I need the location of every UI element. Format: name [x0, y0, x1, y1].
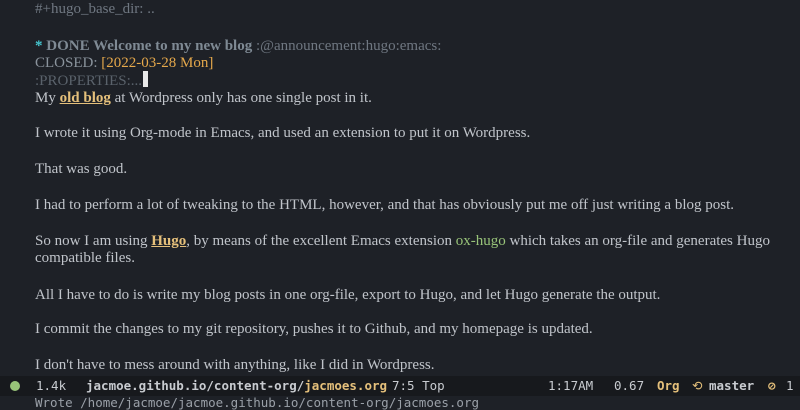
- hugo-link[interactable]: Hugo: [151, 233, 186, 249]
- paragraph-1: My old blog at Wordpress only has one si…: [35, 90, 775, 107]
- paragraph-6: All I have to do is write my blog posts …: [35, 287, 661, 303]
- p5-text-start: So now I am using: [35, 233, 152, 249]
- error-icon: ⊘: [768, 378, 776, 393]
- clock: 1:17AM: [548, 378, 594, 393]
- paragraph-4: I had to perform a lot of tweaking to th…: [35, 197, 734, 213]
- major-mode[interactable]: Org: [657, 378, 680, 394]
- closed-timestamp[interactable]: [2022-03-28 Mon]: [101, 55, 213, 71]
- git-branch-icon: ⟲: [692, 378, 703, 393]
- paragraph-7: I commit the changes to my git repositor…: [35, 321, 593, 337]
- buffer-size: 1.4k: [36, 378, 67, 393]
- paragraph-5: So now I am using Hugo, by means of the …: [35, 233, 775, 267]
- error-count[interactable]: 1: [786, 378, 794, 394]
- p1-text-start: My: [35, 90, 60, 106]
- vcs-branch[interactable]: master: [709, 378, 754, 394]
- closed-keyword: CLOSED:: [35, 55, 98, 71]
- text-cursor: [143, 71, 149, 87]
- properties-drawer[interactable]: :PROPERTIES:...: [35, 71, 149, 90]
- closed-line: CLOSED: [2022-03-28 Mon]: [35, 54, 213, 72]
- paragraph-3: That was good.: [35, 161, 128, 177]
- echo-area: Wrote /home/jacmoe/jacmoe.github.io/cont…: [35, 395, 480, 410]
- paragraph-2: I wrote it using Org-mode in Emacs, and …: [35, 125, 531, 141]
- p1-text-end: at Wordpress only has one single post in…: [110, 90, 372, 106]
- p5-text-middle: , by means of the excellent Emacs extens…: [186, 233, 456, 249]
- heading-star: *: [35, 38, 43, 54]
- ox-hugo-link[interactable]: ox-hugo: [456, 233, 506, 249]
- properties-label: :PROPERTIES:...: [35, 73, 143, 89]
- file-basename: jacmoes.org: [304, 378, 388, 393]
- old-blog-link[interactable]: old blog: [60, 90, 111, 106]
- heading-text: DONE Welcome to my new blog: [46, 38, 253, 54]
- cursor-position: 7:5 Top: [392, 378, 445, 393]
- paragraph-8: I don't have to mess around with anythin…: [35, 357, 435, 373]
- buffer-filename[interactable]: jacmoe.github.io/content-org/jacmoes.org: [86, 378, 387, 394]
- file-directory: jacmoe.github.io/content-org/: [86, 378, 305, 393]
- buffer-status-icon: [10, 381, 20, 391]
- hugo-base-dir-line: #+hugo_base_dir: ..: [35, 1, 155, 17]
- editor-buffer[interactable]: #+hugo_base_dir: .. * DONE Welcome to my…: [0, 0, 800, 376]
- org-heading[interactable]: * DONE Welcome to my new blog :@announce…: [35, 37, 441, 55]
- heading-tags: :@announcement:hugo:emacs:: [255, 38, 442, 54]
- mode-line: 1.4k jacmoe.github.io/content-org/jacmoe…: [0, 376, 800, 396]
- load-average: 0.67: [614, 378, 645, 393]
